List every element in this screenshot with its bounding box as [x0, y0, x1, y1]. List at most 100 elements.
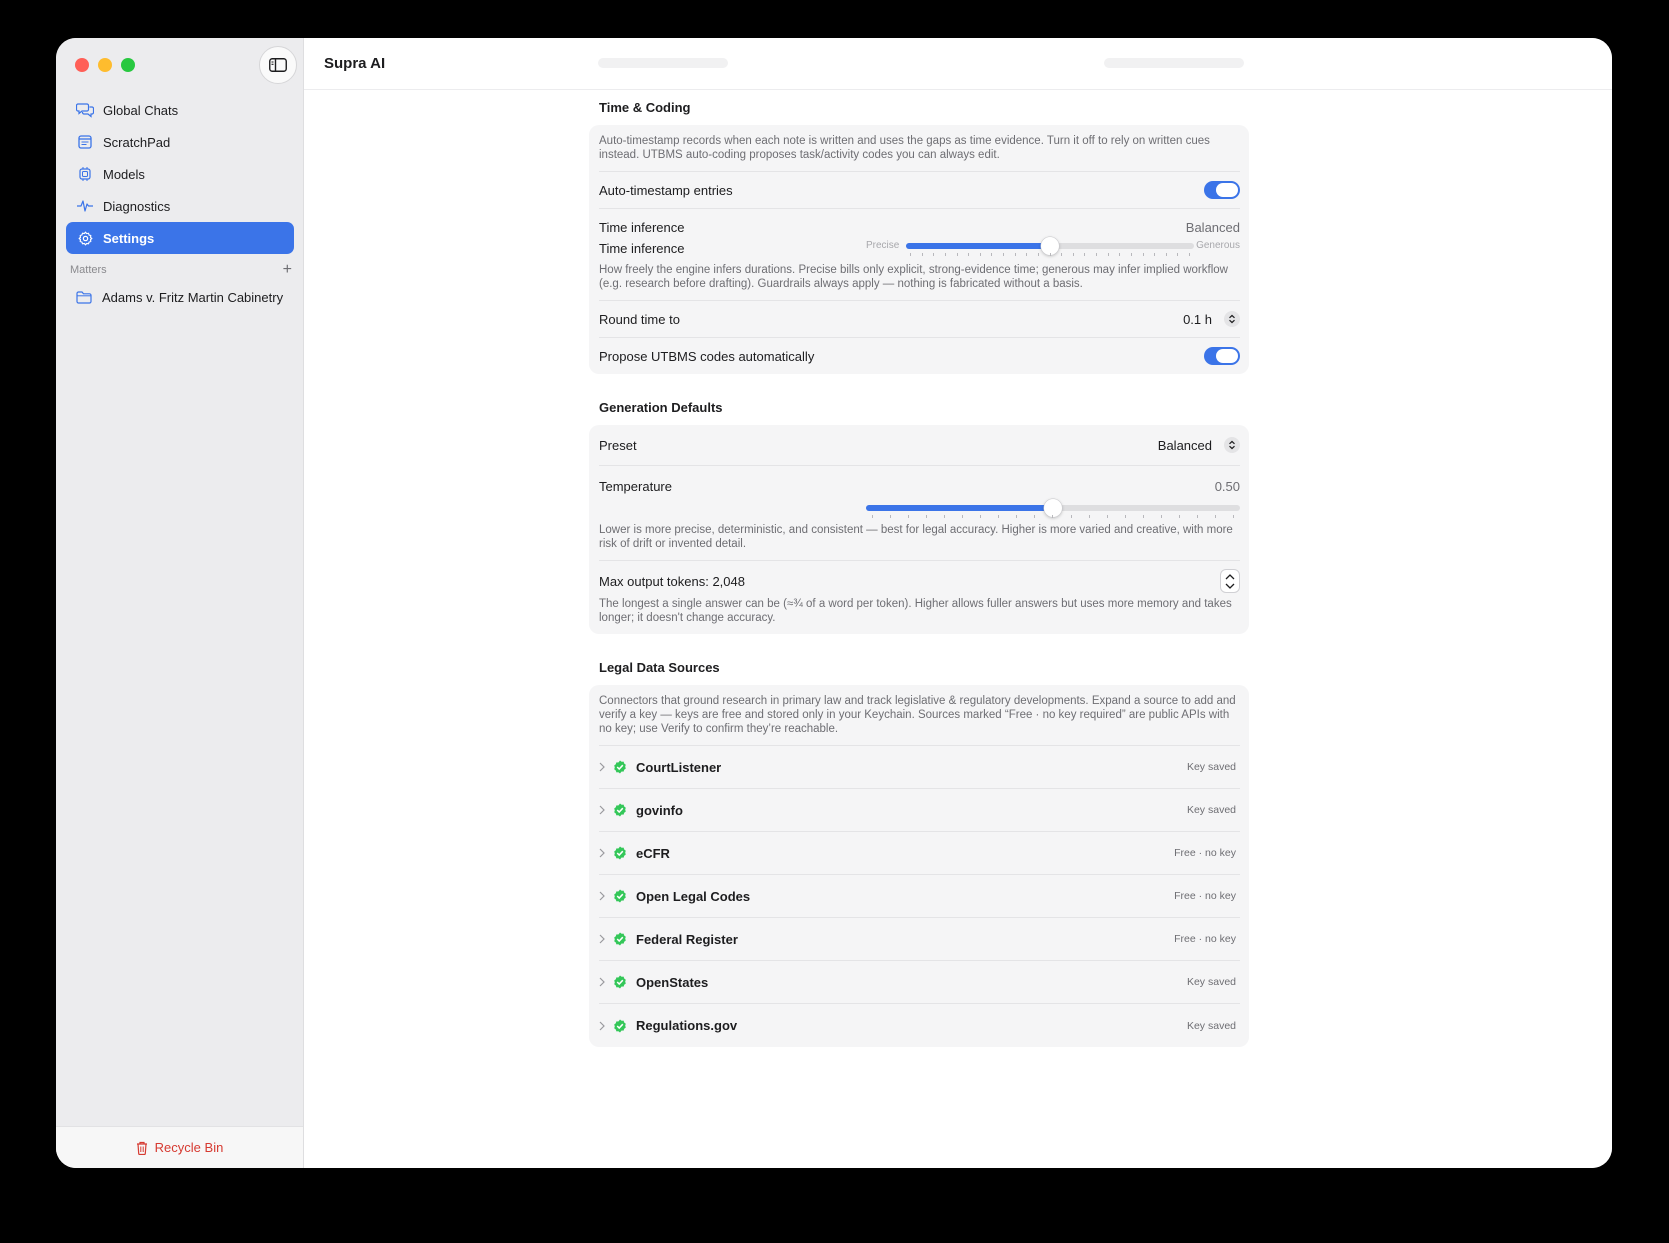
slider-tick — [1014, 253, 1016, 256]
sidebar-item-settings[interactable]: Settings — [66, 222, 294, 254]
sidebar-toggle-button[interactable] — [259, 46, 297, 84]
chevron-right-icon[interactable] — [599, 1021, 613, 1031]
chevron-right-icon[interactable] — [599, 891, 613, 901]
slider-ticks — [910, 253, 1190, 257]
slider-tick — [890, 515, 892, 518]
source-name: CourtListener — [636, 759, 722, 775]
sidebar-item-global-chats[interactable]: Global Chats — [66, 94, 294, 126]
slider-track — [906, 237, 1194, 255]
source-row-open-legal-codes[interactable]: Open Legal Codes Free · no key — [599, 875, 1240, 918]
source-row-federal-register[interactable]: Federal Register Free · no key — [599, 918, 1240, 961]
max-tokens-label: Max output tokens: 2,048 — [599, 573, 745, 589]
add-matter-button[interactable]: + — [283, 262, 292, 278]
source-row-regulations-gov[interactable]: Regulations.gov Key saved — [599, 1004, 1240, 1047]
slider-tick — [956, 253, 958, 256]
slider-tick — [1119, 253, 1121, 256]
chevron-right-icon[interactable] — [599, 762, 613, 772]
chip-icon — [76, 165, 94, 183]
round-time-row: Round time to 0.1 h — [599, 301, 1240, 338]
faded-header-placeholder — [598, 58, 728, 68]
source-row-openstates[interactable]: OpenStates Key saved — [599, 961, 1240, 1004]
matter-item[interactable]: Adams v. Fritz Martin Cabinetry — [76, 286, 296, 308]
slider-tick — [926, 515, 928, 518]
source-status: Free · no key — [1174, 933, 1236, 945]
slider-tick — [1107, 253, 1109, 256]
chevron-right-icon[interactable] — [599, 848, 613, 858]
preset-row: Preset Balanced — [599, 425, 1240, 466]
verified-check-icon — [613, 889, 627, 903]
source-name: eCFR — [636, 845, 670, 861]
sidebar-item-diagnostics[interactable]: Diagnostics — [66, 190, 294, 222]
settings-content: Time & Coding Auto-timestamp records whe… — [589, 100, 1249, 1073]
source-row-ecfr[interactable]: eCFR Free · no key — [599, 832, 1240, 875]
chevron-right-icon[interactable] — [599, 934, 613, 944]
auto-timestamp-toggle[interactable] — [1204, 181, 1240, 199]
slider-fill — [866, 505, 1053, 511]
main-pane: Supra AI Time & Coding Auto-timestamp re… — [304, 38, 1612, 1168]
utbms-toggle[interactable] — [1204, 347, 1240, 365]
time-inference-label: Time inference — [599, 219, 685, 235]
sidebar-item-label: Settings — [103, 230, 155, 246]
slider-tick — [1154, 253, 1156, 256]
chevron-right-icon[interactable] — [599, 977, 613, 987]
slider-tick — [944, 253, 946, 256]
utbms-row: Propose UTBMS codes automatically — [599, 338, 1240, 374]
gear-icon — [76, 229, 94, 247]
chevron-right-icon[interactable] — [599, 805, 613, 815]
source-row-courtlistener[interactable]: CourtListener Key saved — [599, 746, 1240, 789]
up-down-chevron-icon — [1224, 311, 1240, 327]
temperature-row: Temperature 0.50 Lower is more precise, — [599, 466, 1240, 561]
temperature-label: Temperature — [599, 478, 672, 494]
sidebar-item-scratchpad[interactable]: ScratchPad — [66, 126, 294, 158]
source-status: Free · no key — [1174, 890, 1236, 902]
source-status: Free · no key — [1174, 847, 1236, 859]
sidebar-item-label: Models — [103, 166, 145, 182]
max-tokens-stepper[interactable] — [1220, 569, 1240, 593]
minimize-window-button[interactable] — [98, 58, 112, 72]
slider-tick — [1049, 253, 1051, 256]
slider-tick — [979, 253, 981, 256]
slider-tick — [872, 515, 873, 518]
slider-tick — [962, 515, 964, 518]
preset-value: Balanced — [1157, 437, 1212, 453]
slider-ticks — [872, 515, 1234, 519]
slider-tick — [1096, 253, 1097, 256]
slider-tick — [1070, 515, 1072, 518]
slider-tick — [1232, 515, 1234, 518]
slider-tick — [1177, 253, 1179, 256]
source-status: Key saved — [1186, 1019, 1236, 1032]
recycle-bin-label: Recycle Bin — [154, 1140, 224, 1155]
round-time-select[interactable]: 0.1 h — [1183, 311, 1240, 327]
faded-header-placeholder — [1104, 58, 1244, 68]
app-title: Supra AI — [324, 55, 386, 72]
slider-tick — [1124, 515, 1126, 518]
slider-fill — [906, 243, 1050, 249]
zoom-window-button[interactable] — [121, 58, 135, 72]
time-inference-description: How freely the engine infers durations. … — [599, 264, 1228, 290]
slider-tick — [1130, 253, 1132, 256]
slider-tick — [1189, 253, 1190, 256]
source-name: OpenStates — [636, 974, 709, 990]
chevron-up-icon[interactable] — [1225, 573, 1235, 580]
time-inference-row: Time inference Balanced Time inference P… — [599, 209, 1240, 301]
slider-tick — [1034, 515, 1036, 518]
source-row-govinfo[interactable]: govinfo Key saved — [599, 789, 1240, 832]
time-coding-card: Auto-timestamp records when each note is… — [589, 125, 1249, 374]
recycle-bin-button[interactable]: Recycle Bin — [56, 1126, 303, 1168]
slider-min-label: Precise — [866, 240, 900, 251]
trash-icon — [136, 1141, 148, 1155]
verified-check-icon — [613, 803, 627, 817]
utbms-label: Propose UTBMS codes automatically — [599, 348, 815, 364]
close-window-button[interactable] — [75, 58, 89, 72]
slider-tick — [1196, 515, 1198, 518]
sidebar-item-models[interactable]: Models — [66, 158, 294, 190]
auto-timestamp-row: Auto-timestamp entries — [599, 172, 1240, 209]
time-inference-slider[interactable]: Precise Generous — [866, 237, 1240, 259]
preset-select[interactable]: Balanced — [1158, 437, 1240, 453]
chevron-down-icon[interactable] — [1225, 583, 1235, 589]
slider-tick — [910, 253, 911, 256]
temperature-slider[interactable] — [866, 499, 1240, 521]
slider-max-label: Generous — [1196, 240, 1240, 251]
slider-tick — [1072, 253, 1074, 256]
sidebar: Global Chats ScratchPad Models Diagnosti… — [56, 38, 304, 1168]
